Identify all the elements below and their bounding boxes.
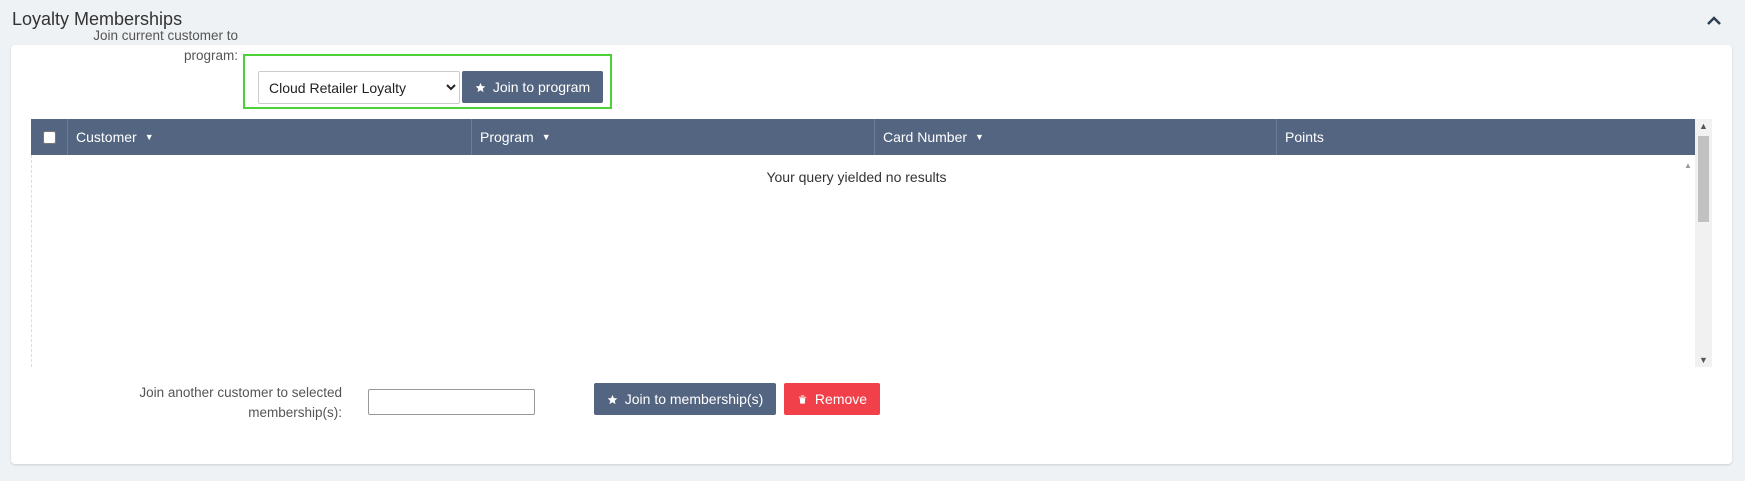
join-to-membership-button[interactable]: Join to membership(s) bbox=[594, 383, 776, 415]
grid-body: Your query yielded no results ▲ bbox=[31, 155, 1695, 367]
column-header-program[interactable]: Program ▼ bbox=[472, 119, 875, 155]
join-another-label: Join another customer to selected member… bbox=[139, 385, 342, 420]
star-icon bbox=[475, 82, 486, 92]
sort-caret-icon: ▼ bbox=[541, 132, 551, 142]
vertical-scrollbar[interactable]: ▲ ▼ bbox=[1695, 119, 1712, 367]
select-all-cell bbox=[31, 119, 68, 155]
column-label-customer: Customer bbox=[76, 129, 137, 145]
customer-input[interactable] bbox=[368, 389, 535, 415]
remove-label: Remove bbox=[814, 391, 868, 407]
join-current-label: Join current customer to program: bbox=[93, 28, 238, 63]
scroll-up-arrow-icon[interactable]: ▲ bbox=[1684, 161, 1692, 170]
column-label-program: Program bbox=[480, 129, 534, 145]
scroll-down-arrow-icon[interactable]: ▼ bbox=[1699, 355, 1708, 365]
column-label-card-number: Card Number bbox=[883, 129, 968, 145]
scroll-thumb[interactable] bbox=[1698, 136, 1709, 222]
column-label-points: Points bbox=[1285, 129, 1324, 145]
join-to-program-button[interactable]: Join to program bbox=[462, 71, 603, 103]
grid-header: Customer ▼ Program ▼ Card Number ▼ Point… bbox=[31, 119, 1695, 155]
program-select[interactable]: Cloud Retailer Loyalty bbox=[258, 71, 460, 104]
empty-message: Your query yielded no results bbox=[766, 169, 947, 185]
join-to-program-label: Join to program bbox=[492, 79, 591, 95]
column-header-customer[interactable]: Customer ▼ bbox=[68, 119, 472, 155]
chevron-up-icon[interactable] bbox=[1706, 14, 1722, 26]
sort-caret-icon: ▼ bbox=[144, 132, 154, 142]
scroll-up-arrow-icon[interactable]: ▲ bbox=[1699, 121, 1708, 131]
select-all-checkbox[interactable] bbox=[42, 130, 56, 144]
memberships-grid: Customer ▼ Program ▼ Card Number ▼ Point… bbox=[31, 119, 1712, 367]
join-to-membership-label: Join to membership(s) bbox=[624, 391, 764, 407]
star-icon bbox=[607, 394, 618, 404]
trash-icon bbox=[798, 394, 807, 404]
column-header-card-number[interactable]: Card Number ▼ bbox=[875, 119, 1277, 155]
sort-caret-icon: ▼ bbox=[975, 132, 984, 142]
column-header-points[interactable]: Points bbox=[1277, 119, 1695, 155]
remove-button[interactable]: Remove bbox=[784, 383, 880, 415]
